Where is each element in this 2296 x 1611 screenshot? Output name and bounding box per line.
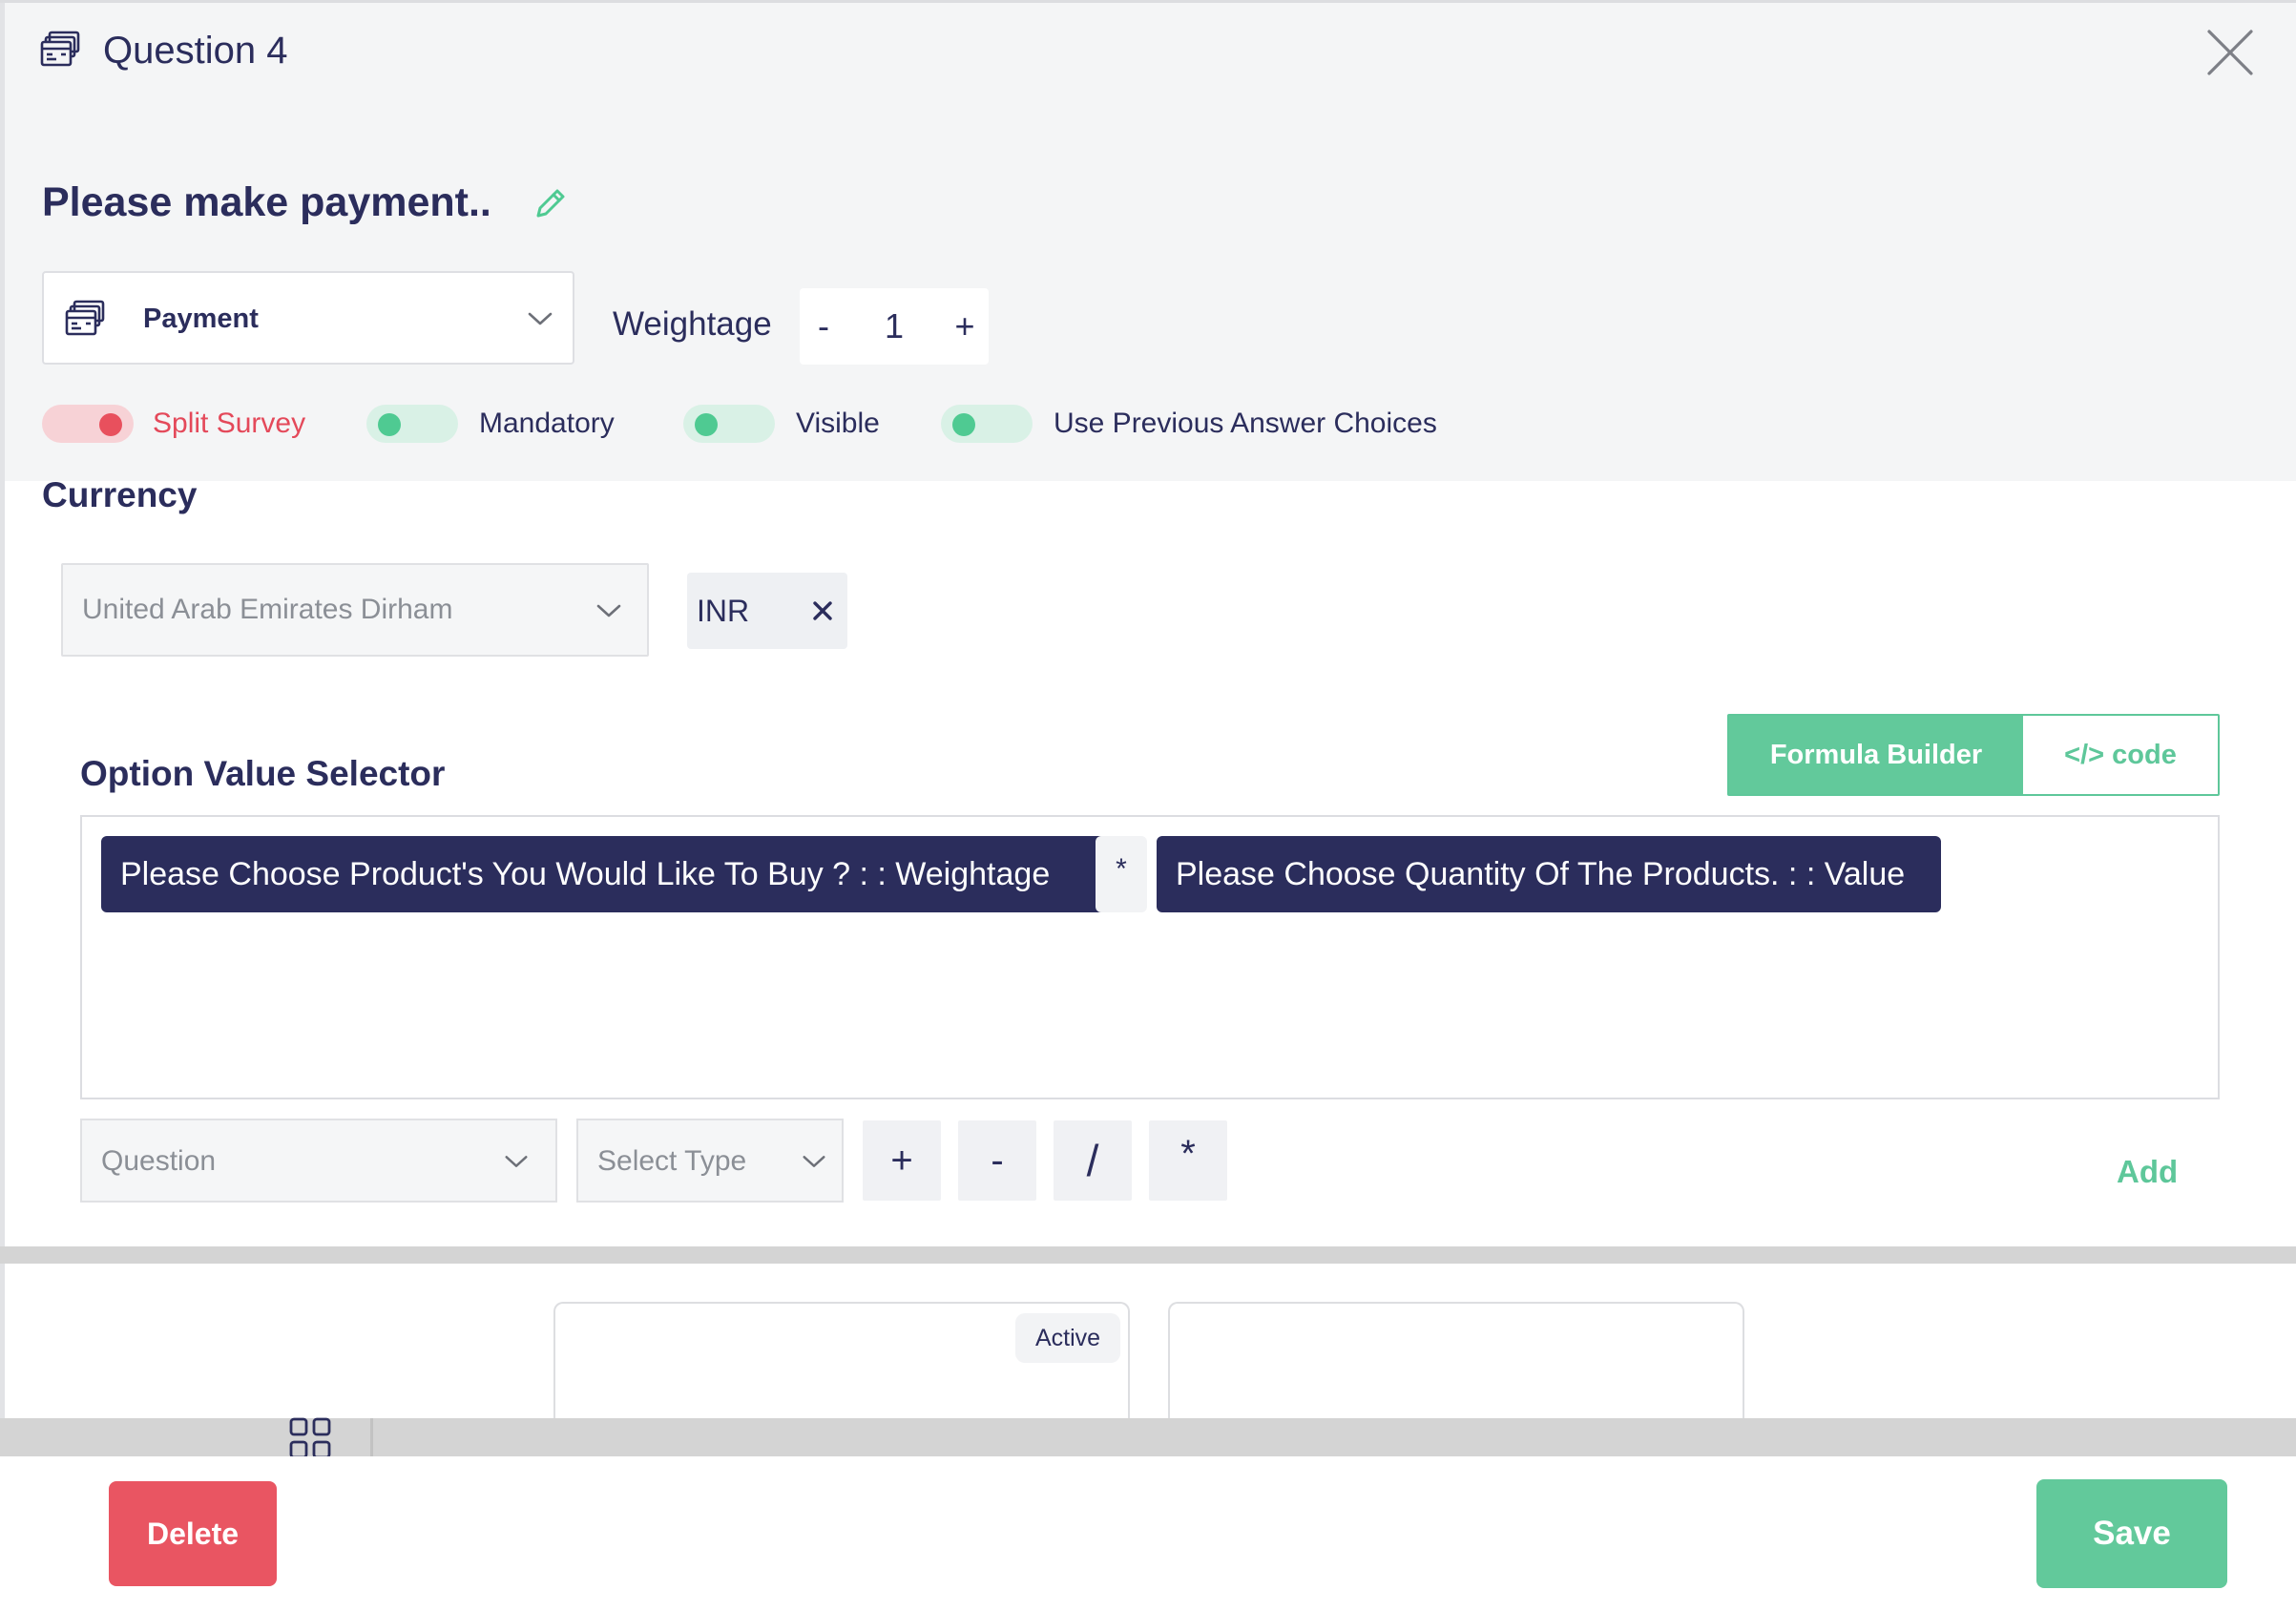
formula-operand-chip[interactable]: Please Choose Product's You Would Like T… [101,836,1118,912]
mandatory-toggle[interactable] [366,405,458,443]
option-value-selector-heading: Option Value Selector [80,754,446,793]
currency-tag-label: INR [697,594,750,628]
weightage-label: Weightage [613,305,772,343]
chevron-down-icon [502,1147,531,1176]
add-button[interactable]: Add [2117,1151,2178,1193]
chevron-down-icon [594,596,624,626]
question-select-placeholder: Question [101,1145,217,1177]
use-previous-answers-toggle[interactable] [941,405,1033,443]
grid-icon [288,1416,332,1460]
weightage-value[interactable]: 1 [847,288,941,365]
overlay-band [0,1418,2296,1456]
formula-builder-tab[interactable]: Formula Builder [1729,716,2023,794]
select-type-placeholder: Select Type [597,1145,747,1177]
delete-button[interactable]: Delete [109,1481,277,1586]
background-card: Active [553,1302,1130,1426]
toggle-knob [695,413,718,436]
chevron-down-icon [800,1147,828,1176]
weightage-decrement-button[interactable]: - [800,288,847,365]
multiply-operator-button[interactable]: * [1149,1120,1227,1201]
background-card [1168,1302,1744,1426]
use-previous-answers-label: Use Previous Answer Choices [1054,408,1437,439]
chevron-down-icon [525,303,555,334]
remove-icon[interactable] [807,596,838,626]
currency-select[interactable]: United Arab Emirates Dirham [61,563,649,657]
mandatory-label: Mandatory [479,408,615,439]
formula-operand-chip[interactable]: Please Choose Quantity Of The Products. … [1157,836,1941,912]
weightage-stepper: - 1 + [800,288,989,365]
question-select[interactable]: Question [80,1119,557,1203]
split-survey-toggle[interactable] [42,405,134,443]
question-type-dropdown[interactable]: Payment [42,271,574,365]
status-badge: Active [1015,1313,1120,1363]
split-survey-label: Split Survey [153,408,306,439]
formula-editor[interactable]: Please Choose Product's You Would Like T… [80,815,2220,1099]
modal-left-edge [0,0,5,1611]
toggle-knob [952,413,975,436]
currency-heading: Currency [42,475,198,514]
minus-operator-button[interactable]: - [958,1120,1036,1201]
toggle-knob [378,413,401,436]
overlay-band [0,1246,2296,1264]
formula-operator-chip[interactable]: * [1096,836,1147,912]
save-button[interactable]: Save [2036,1479,2227,1588]
question-text: Please make payment.. [42,179,491,225]
pencil-icon[interactable] [532,185,569,221]
weightage-increment-button[interactable]: + [941,288,989,365]
divider [370,1418,373,1456]
payment-card-icon [38,27,84,73]
code-tab[interactable]: </> code [2023,716,2218,794]
currency-tag: INR [687,573,847,649]
toggle-knob [99,413,122,436]
divide-operator-button[interactable]: / [1054,1120,1132,1201]
modal-title: Question 4 [103,30,288,72]
plus-operator-button[interactable]: + [863,1120,941,1201]
formula-mode-toggle: Formula Builder </> code [1727,714,2220,796]
visible-label: Visible [796,408,880,439]
currency-selected-value: United Arab Emirates Dirham [82,594,453,625]
modal-top-edge [0,0,2296,3]
visible-toggle[interactable] [683,405,775,443]
payment-card-icon [63,296,109,342]
select-type-dropdown[interactable]: Select Type [576,1119,844,1203]
close-icon[interactable] [2204,27,2256,78]
question-type-label: Payment [143,303,259,334]
modal-footer [0,1456,2296,1611]
